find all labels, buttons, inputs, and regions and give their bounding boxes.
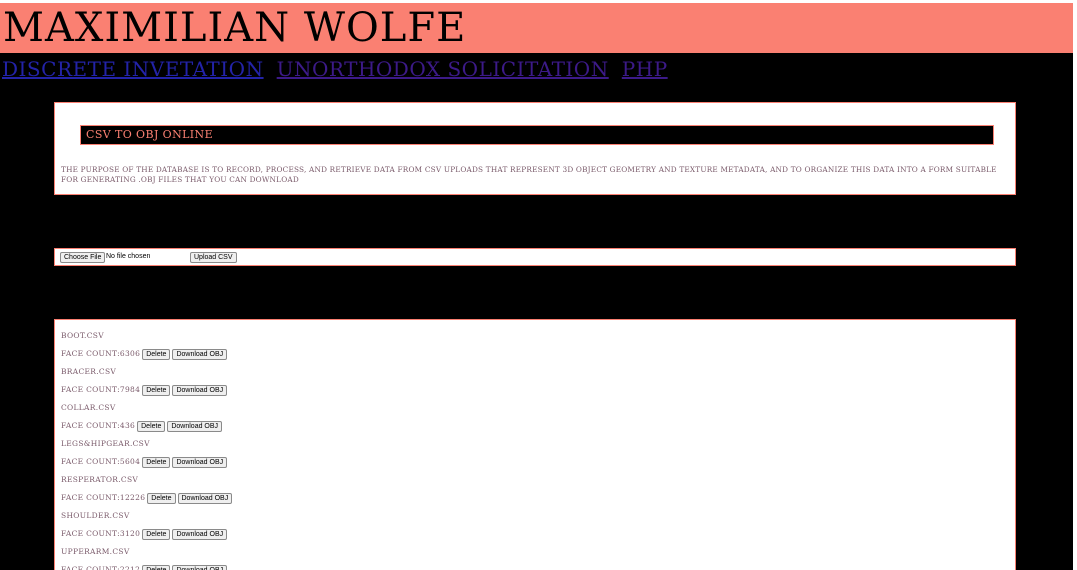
face-count-value: 6306 <box>119 349 141 358</box>
face-count-value: 2212 <box>119 565 141 570</box>
file-status: No file chosen <box>106 253 151 260</box>
download-obj-button[interactable]: Download OBJ <box>172 565 228 570</box>
face-count: FACE COUNT:6306 <box>61 348 140 360</box>
site-title: MAXIMILIAN WOLFE <box>3 5 467 51</box>
delete-button[interactable]: Delete <box>137 421 166 432</box>
face-count-label: FACE COUNT: <box>61 565 120 570</box>
face-count-value: 7984 <box>119 385 141 394</box>
download-obj-button[interactable]: Download OBJ <box>167 421 223 432</box>
face-count-value: 3120 <box>119 529 141 538</box>
page: MAXIMILIAN WOLFE DISCRETE INVETATION UNO… <box>0 3 1073 570</box>
delete-button[interactable]: Delete <box>142 385 171 396</box>
delete-button[interactable]: Delete <box>142 457 171 468</box>
face-count: FACE COUNT:12226 <box>61 492 145 504</box>
file-row: FACE COUNT:12226 Delete Download OBJ <box>61 492 234 510</box>
file-list: BOOT.CSV FACE COUNT:6306 Delete Download… <box>61 330 234 570</box>
intro-description: THE PURPOSE OF THE DATABASE IS TO RECORD… <box>61 165 997 184</box>
file-name: COLLAR.CSV <box>61 403 116 412</box>
upload-csv-button[interactable]: Upload CSV <box>190 252 237 263</box>
header-bar: MAXIMILIAN WOLFE <box>0 3 1073 53</box>
right-gutter <box>1073 0 1077 570</box>
file-row: FACE COUNT:7984 Delete Download OBJ <box>61 384 234 402</box>
choose-file-button[interactable]: Choose File <box>60 252 106 263</box>
file-row: FACE COUNT:436 Delete Download OBJ <box>61 420 234 438</box>
nav-link-php[interactable]: PHP <box>622 57 668 81</box>
face-count-label: FACE COUNT: <box>61 385 120 394</box>
download-obj-button[interactable]: Download OBJ <box>177 493 233 504</box>
face-count-label: FACE COUNT: <box>61 349 120 358</box>
face-count-value: 436 <box>119 421 136 430</box>
face-count: FACE COUNT:2212 <box>61 564 140 570</box>
files-panel: BOOT.CSV FACE COUNT:6306 Delete Download… <box>54 319 1016 570</box>
file-name: UPPERARM.CSV <box>61 547 130 556</box>
nav-link-discrete-invetation[interactable]: DISCRETE INVETATION <box>2 57 264 81</box>
file-name: SHOULDER.CSV <box>61 511 130 520</box>
face-count: FACE COUNT:5604 <box>61 456 140 468</box>
nav: DISCRETE INVETATION UNORTHODOX SOLICITAT… <box>2 56 676 82</box>
face-count-label: FACE COUNT: <box>61 421 120 430</box>
intro-panel: CSV TO OBJ ONLINE THE PURPOSE OF THE DAT… <box>54 102 1016 195</box>
delete-button[interactable]: Delete <box>142 565 171 570</box>
file-name: RESPERATOR.CSV <box>61 475 139 484</box>
file-name: BRACER.CSV <box>61 367 117 376</box>
face-count-label: FACE COUNT: <box>61 457 120 466</box>
face-count-value: 12226 <box>119 493 146 502</box>
file-name: BOOT.CSV <box>61 331 104 340</box>
face-count: FACE COUNT:7984 <box>61 384 140 396</box>
face-count-label: FACE COUNT: <box>61 493 120 502</box>
download-obj-button[interactable]: Download OBJ <box>172 385 228 396</box>
delete-button[interactable]: Delete <box>147 493 176 504</box>
face-count: FACE COUNT:436 <box>61 420 135 432</box>
face-count: FACE COUNT:3120 <box>61 528 140 540</box>
delete-button[interactable]: Delete <box>142 349 171 360</box>
download-obj-button[interactable]: Download OBJ <box>172 529 228 540</box>
face-count-label: FACE COUNT: <box>61 529 120 538</box>
file-row: FACE COUNT:3120 Delete Download OBJ <box>61 528 234 546</box>
face-count-value: 5604 <box>119 457 141 466</box>
file-row: FACE COUNT:5604 Delete Download OBJ <box>61 456 234 474</box>
file-name: LEGS&HIPGEAR.CSV <box>61 439 150 448</box>
download-obj-button[interactable]: Download OBJ <box>172 457 228 468</box>
delete-button[interactable]: Delete <box>142 529 171 540</box>
upload-panel: Choose File No file chosen Upload CSV <box>54 248 1016 266</box>
file-row: FACE COUNT:6306 Delete Download OBJ <box>61 348 234 366</box>
intro-heading: CSV TO OBJ ONLINE <box>80 125 994 145</box>
nav-link-unorthodox-solicitation[interactable]: UNORTHODOX SOLICITATION <box>277 57 609 81</box>
file-row: FACE COUNT:2212 Delete Download OBJ <box>61 564 234 570</box>
download-obj-button[interactable]: Download OBJ <box>172 349 228 360</box>
